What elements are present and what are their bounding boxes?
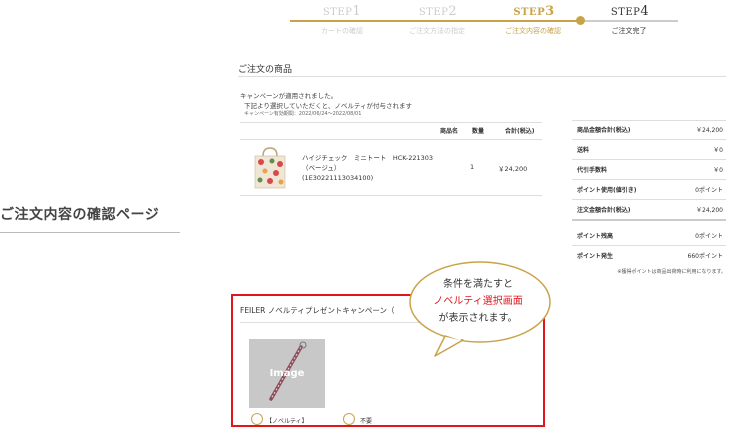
step-1: STEP1 [322, 4, 362, 19]
product-subtotal: ￥24,200 [498, 165, 528, 173]
table-top-rule [240, 122, 542, 123]
summary-row-points-used: ポイント使用(値引き) 0ポイント [577, 187, 723, 194]
header-subtotal: 合計(税込) [505, 128, 535, 135]
step-progress-line-done [290, 20, 580, 22]
summary-row-point-balance: ポイント残高 0ポイント [577, 233, 723, 240]
callout-line1: 条件を満たすと [443, 279, 513, 290]
radio-none[interactable] [343, 413, 355, 425]
callout-line3: が表示されます。 [438, 313, 518, 324]
radio-none-label: 不要 [360, 418, 373, 425]
section-divider [238, 76, 726, 77]
step-3-label: ご注文内容の確認 [505, 27, 561, 35]
summary-total-rule [572, 219, 726, 221]
product-name[interactable]: ハイジチェック ミニトート HCK-221303 （ベージュ） (1E30221… [302, 153, 462, 183]
image-placeholder-label: Image [269, 368, 305, 379]
step-4-label: ご注文完了 [611, 27, 647, 35]
product-name-line: ハイジチェック ミニトート HCK-221303 [302, 154, 434, 162]
order-section-title: ご注文の商品 [238, 65, 293, 75]
step-3: STEP3 [513, 4, 555, 19]
radio-novelty-label: 【ノベルティ】 [266, 418, 308, 425]
header-quantity: 数量 [472, 128, 485, 135]
table-bottom-rule [240, 195, 542, 196]
campaign-applied-notice: キャンペーンが適用されました。 [240, 92, 338, 100]
table-header-rule [240, 139, 542, 140]
summary-row-order-total: 注文金額合計(税込) ￥24,200 [577, 207, 723, 214]
header-product-name: 商品名 [440, 128, 459, 135]
campaign-title: FEILER ノベルティプレゼントキャンペーン（ [240, 306, 395, 315]
product-quantity: 1 [470, 163, 475, 171]
step-4: STEP4 [610, 4, 650, 19]
step-2: STEP2 [418, 4, 458, 19]
novelty-image-placeholder[interactable]: Image [249, 339, 325, 408]
summary-row-points-earned: ポイント発生 660ポイント [577, 253, 723, 260]
summary-row-product-total: 商品金額合計(税込) ￥24,200 [577, 127, 723, 134]
product-code: (1E30221113034100) [302, 174, 374, 182]
campaign-period: キャンペーン有効期間：2022/06/24〜2022/08/01 [244, 111, 362, 117]
step-progress-line-upcoming [580, 20, 678, 22]
product-thumbnail [254, 147, 286, 189]
callout-text: 条件を満たすと ノベルティ選択画面 が表示されます。 [412, 276, 544, 327]
radio-novelty[interactable] [251, 413, 263, 425]
points-note: ※獲得ポイントは商品出荷時に利用になります。 [617, 269, 726, 275]
step-1-label: カートの確認 [321, 27, 363, 35]
summary-row-cod-fee: 代引手数料 ￥0 [577, 167, 723, 174]
page-title: ご注文内容の確認ページ [0, 207, 160, 223]
step-2-label: ご注文方法の指定 [409, 27, 465, 35]
product-color: （ベージュ） [302, 164, 341, 172]
campaign-select-notice: 下記より選択していただくと、ノベルティが付与されます [244, 102, 413, 110]
page-title-underline [0, 232, 180, 233]
callout-highlight: ノベルティ選択画面 [433, 296, 523, 307]
summary-row-shipping: 送料 ￥0 [577, 147, 723, 154]
step-current-dot [576, 16, 585, 25]
